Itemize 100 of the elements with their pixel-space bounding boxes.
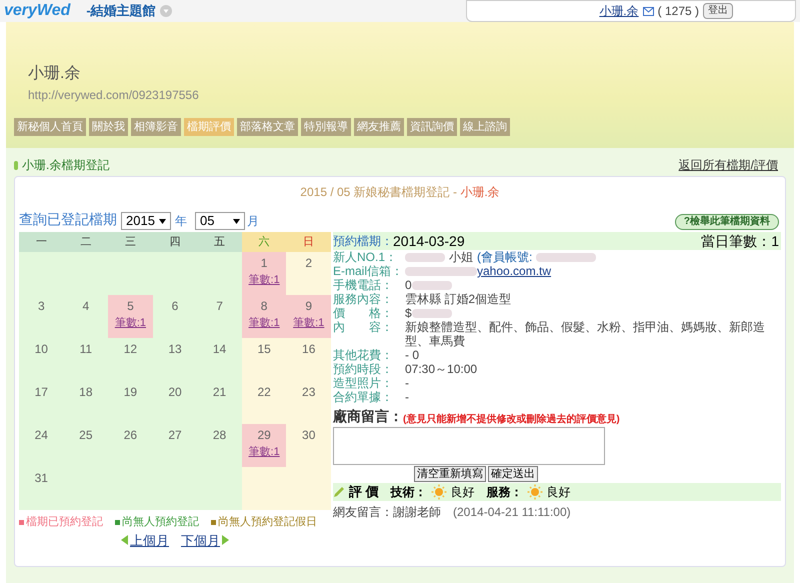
section-title: 小珊.余檔期登記 xyxy=(22,157,110,174)
logout-button[interactable]: 登出 xyxy=(703,3,733,19)
calendar-day[interactable]: 2 xyxy=(286,252,331,295)
weekday-header: 六 xyxy=(242,232,286,252)
page-heading: 2015 / 05 新娘秘書檔期登記 - xyxy=(300,185,458,199)
blurred-text xyxy=(405,252,445,262)
day-number: 20 xyxy=(168,384,182,401)
calendar-day[interactable]: 13 xyxy=(152,338,198,381)
day-number: 17 xyxy=(34,384,48,401)
day-number: 21 xyxy=(212,384,226,401)
member-id-label: (會員帳號: xyxy=(477,250,532,264)
field-label: 內 容： xyxy=(333,320,394,336)
calendar-day[interactable]: 11 xyxy=(64,338,108,381)
leaf-icon xyxy=(14,160,18,170)
day-number: 23 xyxy=(302,384,316,401)
calendar-day[interactable]: 22 xyxy=(242,381,286,424)
calendar-day[interactable]: 27 xyxy=(152,424,198,467)
field-label: 預約時段： xyxy=(333,362,394,376)
calendar-day[interactable]: 30 xyxy=(286,424,331,467)
day-number: 10 xyxy=(34,341,48,358)
report-button[interactable]: ?檢舉此筆檔期資料 xyxy=(674,214,779,230)
field-value: $ xyxy=(405,306,412,320)
calendar-day[interactable]: 9 筆數:1 xyxy=(286,295,331,338)
booking-date: 2014-03-29 xyxy=(393,232,465,250)
count-link[interactable]: 筆數:1 xyxy=(248,444,280,460)
day-number: 3 xyxy=(38,298,45,315)
service-label: 服務： xyxy=(486,484,523,501)
calendar-day[interactable]: 17 xyxy=(19,381,64,424)
vendor-name: 小珊.余 xyxy=(460,185,500,199)
day-number: 16 xyxy=(302,341,316,358)
calendar-day[interactable]: 29 筆數:1 xyxy=(242,424,286,467)
day-number: 12 xyxy=(124,341,138,358)
field-label: 價 格： xyxy=(333,306,394,320)
calendar-day[interactable]: 8 筆數:1 xyxy=(242,295,286,338)
calendar-day[interactable]: 24 xyxy=(19,424,64,467)
calendar-day[interactable]: 31 xyxy=(19,467,64,510)
calendar-day[interactable]: 5 筆數:1 xyxy=(108,295,153,338)
review-title: 評 價 xyxy=(349,483,379,502)
blurred-text xyxy=(412,308,452,318)
field-label: 造型照片： xyxy=(333,376,394,390)
comment-input[interactable] xyxy=(333,427,605,465)
back-link[interactable]: 返回所有檔期/評價 xyxy=(678,156,778,174)
site-logo[interactable]: veryWed xyxy=(4,0,70,23)
calendar-day[interactable]: 7 xyxy=(197,295,242,338)
calendar-day[interactable]: 14 xyxy=(197,338,242,381)
mail-icon[interactable] xyxy=(642,6,654,16)
calendar-day[interactable]: 23 xyxy=(286,381,331,424)
field-value: - xyxy=(405,376,409,390)
form-button[interactable]: 清空重新填寫 xyxy=(414,466,486,482)
calendar-day[interactable]: 28 xyxy=(197,424,242,467)
field-value: 07:30～10:00 xyxy=(405,362,478,376)
next-month-link[interactable]: 下個月 xyxy=(181,530,220,550)
weekday-header: 五 xyxy=(197,232,242,252)
day-number: 14 xyxy=(212,341,226,358)
month-select[interactable]: 05 xyxy=(195,212,245,230)
calendar-day[interactable]: 21 xyxy=(197,381,242,424)
count-link[interactable]: 筆數:1 xyxy=(248,272,280,288)
calendar-day[interactable]: 25 xyxy=(64,424,108,467)
dropdown-icon[interactable] xyxy=(160,5,172,17)
day-number: 29 xyxy=(257,427,271,444)
email-link[interactable]: yahoo.com.tw xyxy=(477,264,552,278)
pencil-icon xyxy=(333,486,345,498)
vendor-comment-note: (意見只能新增不提供修改或刪除過去的評價意見) xyxy=(403,412,620,427)
field-label: E-mail信箱： xyxy=(333,264,401,278)
theme-menu[interactable]: -結婚主題館 xyxy=(86,1,156,21)
calendar-day[interactable]: 15 xyxy=(242,338,286,381)
field-label: 服務內容： xyxy=(333,292,394,306)
count-link[interactable]: 筆數:1 xyxy=(293,315,324,332)
calendar-day[interactable]: 3 xyxy=(19,295,64,338)
day-number: 11 xyxy=(80,341,92,358)
weekday-header: 四 xyxy=(152,232,198,252)
day-number: 28 xyxy=(212,427,226,444)
calendar-day[interactable]: 26 xyxy=(108,424,153,467)
field-label: 合約單據： xyxy=(333,390,394,404)
right-arrow-icon[interactable] xyxy=(222,535,229,546)
user-link[interactable]: 小珊.余 xyxy=(599,2,639,20)
prev-month-link[interactable]: 上個月 xyxy=(130,530,169,550)
day-number: 24 xyxy=(34,427,48,444)
sun-icon xyxy=(526,484,543,500)
calendar-day[interactable]: 16 xyxy=(286,338,331,381)
count-link[interactable]: 筆數:1 xyxy=(114,315,146,332)
blurred-text xyxy=(405,266,477,276)
calendar-day[interactable]: 10 xyxy=(19,338,64,381)
calendar-day[interactable]: 12 xyxy=(108,338,153,381)
calendar-day[interactable]: 6 xyxy=(152,295,198,338)
field-label: 手機電話： xyxy=(333,278,394,292)
calendar-day[interactable]: 18 xyxy=(64,381,108,424)
calendar-day[interactable]: 4 xyxy=(64,295,108,338)
day-number: 31 xyxy=(34,470,48,487)
left-arrow-icon[interactable] xyxy=(121,535,128,546)
comment-time: (2014-04-21 11:11:00) xyxy=(453,504,571,521)
calendar-day[interactable]: 1 筆數:1 xyxy=(242,252,286,295)
day-number: 25 xyxy=(79,427,93,444)
day-number: 18 xyxy=(79,384,93,401)
form-button[interactable]: 確定送出 xyxy=(488,466,538,482)
count-link[interactable]: 筆數:1 xyxy=(248,315,280,332)
year-select[interactable]: 2015 xyxy=(121,212,171,230)
calendar-day[interactable]: 20 xyxy=(152,381,198,424)
day-number: 8 xyxy=(260,298,268,315)
calendar-day[interactable]: 19 xyxy=(108,381,153,424)
